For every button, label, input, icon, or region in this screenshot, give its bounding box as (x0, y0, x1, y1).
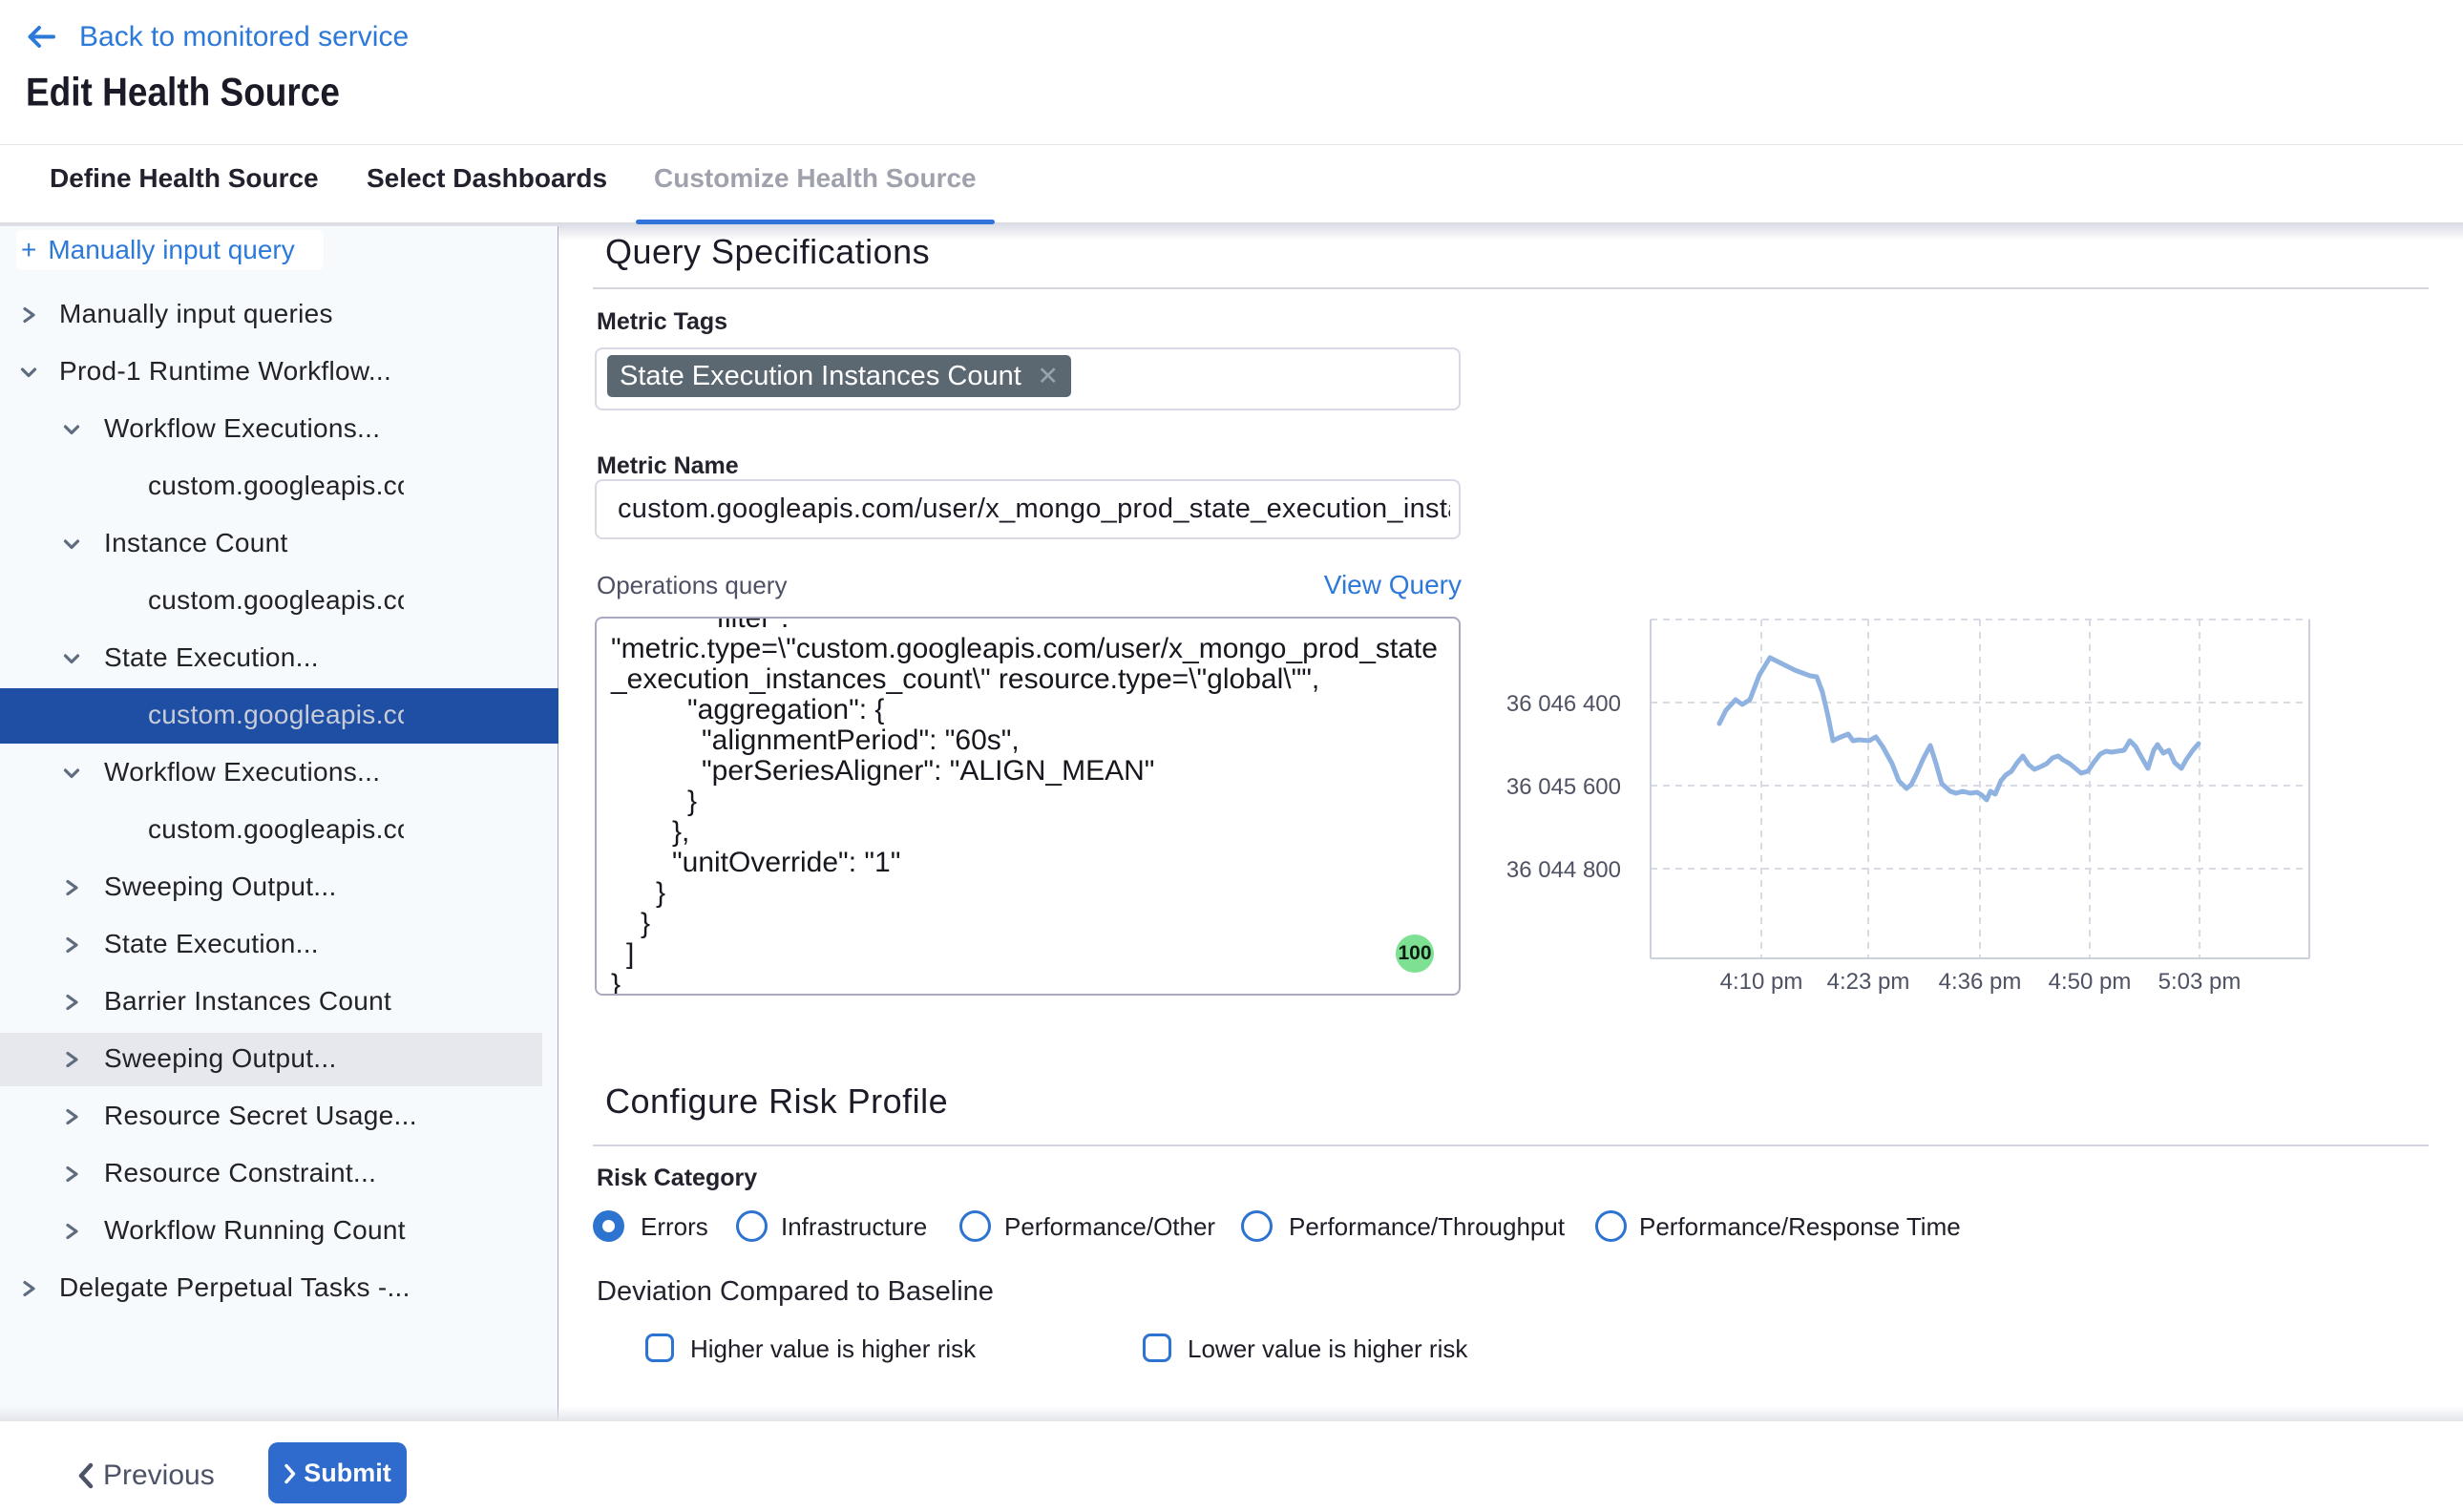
svg-text:36 044 800: 36 044 800 (1506, 857, 1621, 883)
svg-text:5:03 pm: 5:03 pm (2158, 969, 2242, 995)
svg-text:4:36 pm: 4:36 pm (1939, 969, 2022, 995)
svg-text:4:50 pm: 4:50 pm (2049, 969, 2132, 995)
svg-text:4:10 pm: 4:10 pm (1720, 969, 1803, 995)
svg-text:36 045 600: 36 045 600 (1506, 774, 1621, 800)
svg-text:4:23 pm: 4:23 pm (1827, 969, 1910, 995)
svg-text:36 046 400: 36 046 400 (1506, 691, 1621, 717)
